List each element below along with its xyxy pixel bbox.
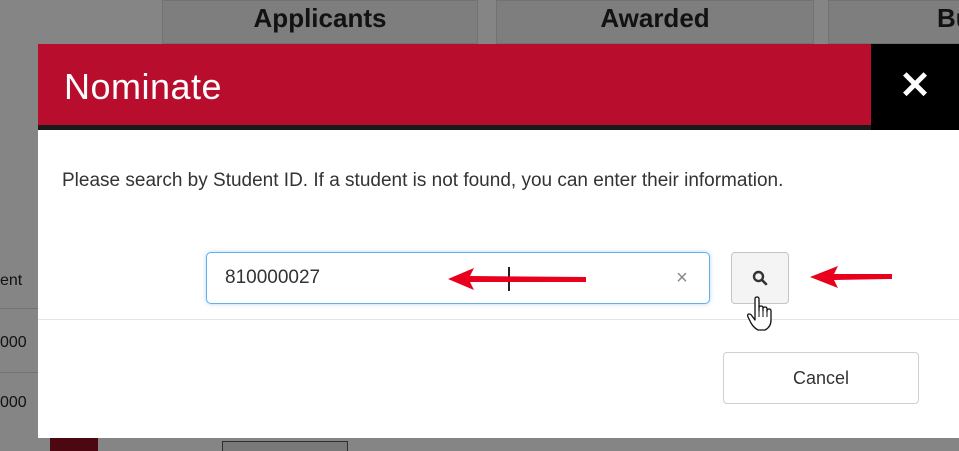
- instructions-text: Please search by Student ID. If a studen…: [62, 170, 784, 191]
- annotation-arrow-search: [810, 266, 892, 288]
- cancel-button[interactable]: Cancel: [723, 352, 919, 404]
- modal-body: Please search by Student ID. If a studen…: [38, 130, 959, 331]
- search-icon: [752, 270, 768, 286]
- student-id-input[interactable]: [207, 253, 667, 303]
- modal-title: Nominate: [64, 66, 223, 107]
- modal-footer: Cancel: [38, 320, 959, 438]
- clear-icon: ×: [676, 267, 688, 289]
- nominate-modal: Nominate ✕ Please search by Student ID. …: [38, 44, 959, 438]
- annotation-arrow-input: [448, 268, 586, 290]
- close-icon: ✕: [899, 65, 931, 107]
- modal-header: Nominate ✕: [38, 44, 959, 130]
- close-button[interactable]: ✕: [871, 44, 959, 130]
- clear-search-button[interactable]: ×: [667, 263, 697, 293]
